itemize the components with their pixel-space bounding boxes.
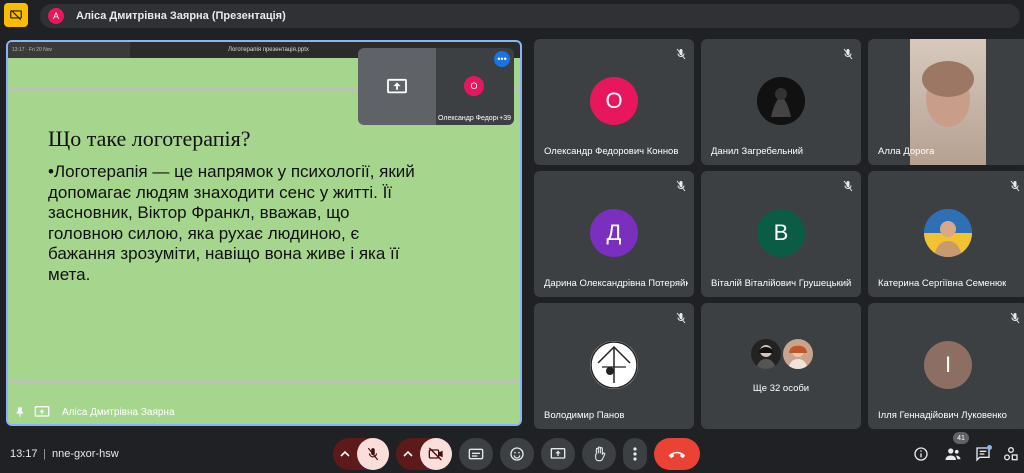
participant-name: Володимир Панов [544, 410, 625, 421]
self-view-count: +39 [499, 115, 511, 122]
presenter-avatar: А [48, 8, 64, 24]
participant-name: Ілля Геннадійович Луковенко [878, 410, 1007, 421]
present-screen-icon [550, 448, 566, 459]
presenting-icon [10, 9, 22, 21]
mic-off-icon [676, 179, 686, 197]
mic-off-icon [1010, 179, 1020, 197]
activities-icon[interactable] [1002, 445, 1020, 463]
mic-off-icon [1010, 311, 1020, 329]
participant-tile[interactable]: І Ілля Геннадійович Луковенко [868, 303, 1024, 429]
end-call-icon [668, 451, 686, 459]
mic-off-icon [843, 47, 853, 65]
mic-off-icon [676, 47, 686, 65]
participant-avatar-logo [590, 341, 638, 389]
mic-control-group [333, 438, 389, 470]
participant-name: Олександр Федорович Коннов [544, 146, 679, 157]
slide-app-toolbar-left: 13:17 · Fri 20 Nov [8, 42, 130, 58]
people-count-badge: 41 [953, 432, 969, 444]
raise-hand-button[interactable] [582, 438, 616, 470]
participant-tile[interactable]: Алла Дорога [868, 39, 1024, 165]
more-participants-tile[interactable]: Ще 32 особи [701, 303, 861, 429]
leave-call-button[interactable] [654, 438, 700, 470]
participant-name: Віталій Віталійович Грушецький [711, 278, 852, 289]
participant-avatar: В [757, 209, 805, 257]
participant-tile[interactable]: Данил Загребельний [701, 39, 861, 165]
self-view-screen [358, 48, 436, 125]
mic-toggle-button[interactable] [357, 438, 389, 470]
hand-icon [595, 446, 606, 462]
participant-avatar: О [590, 77, 638, 125]
separator: | [43, 448, 46, 460]
pin-icon[interactable] [14, 406, 26, 418]
more-options-icon[interactable]: ••• [494, 51, 510, 67]
reactions-button[interactable] [500, 438, 534, 470]
meeting-code[interactable]: nne-gxor-hsw [52, 448, 119, 460]
camera-toggle-button[interactable] [420, 438, 452, 470]
more-participants-avatar [751, 339, 781, 369]
self-view-name: Олександр Федорович Коннов [438, 115, 498, 122]
participant-tile[interactable]: В Віталій Віталійович Грушецький [701, 171, 861, 297]
self-view-avatar: О [464, 76, 484, 96]
self-view-camera: О Олександр Федорович Коннов +39 ••• [436, 48, 514, 125]
mic-off-icon [367, 447, 379, 461]
slide-file-name: Логотерапія презентація.pptx [228, 47, 309, 53]
participant-name: Алла Дорога [878, 146, 935, 157]
more-participants-avatar [783, 339, 813, 369]
presenting-screen-icon [34, 405, 50, 419]
chat-notification-dot [987, 445, 992, 450]
mic-off-icon [843, 179, 853, 197]
participant-avatar: І [924, 341, 972, 389]
presenter-chip[interactable]: А Аліса Дмитрівна Заярна (Презентація) [40, 4, 1020, 28]
participant-tile[interactable]: О Олександр Федорович Коннов [534, 39, 694, 165]
present-button[interactable] [541, 438, 575, 470]
top-bar: А Аліса Дмитрівна Заярна (Презентація) [0, 0, 1024, 32]
participant-name: Дарина Олександрівна Потеряйко [544, 278, 688, 289]
captions-button[interactable] [459, 438, 493, 470]
more-options-button[interactable] [623, 438, 647, 470]
participant-name: Данил Загребельний [711, 146, 804, 157]
participant-tile[interactable]: Д Дарина Олександрівна Потеряйко [534, 171, 694, 297]
more-vert-icon [633, 447, 637, 461]
participant-name: Катерина Сергіївна Семенюк [878, 278, 1007, 289]
clock-time: 13:17 [10, 448, 38, 460]
video-settings-chevron-icon[interactable] [396, 450, 420, 458]
stage-presenter-name: Аліса Дмитрівна Заярна [62, 406, 175, 418]
audio-settings-chevron-icon[interactable] [333, 450, 357, 458]
meeting-info-icon[interactable] [912, 445, 930, 463]
presenter-title: Аліса Дмитрівна Заярна (Презентація) [76, 10, 286, 22]
slide-body: •Логотерапія — це напрямок у психології,… [48, 162, 415, 284]
captions-icon [468, 448, 484, 460]
stage-footer: Аліса Дмитрівна Заярна [8, 400, 520, 424]
chat-icon[interactable] [974, 445, 992, 463]
camera-control-group [396, 438, 452, 470]
more-participants-label: Ще 32 особи [752, 383, 810, 394]
slide-divider-bottom [10, 380, 520, 383]
participant-tile[interactable]: Володимир Панов [534, 303, 694, 429]
emoji-icon [510, 447, 524, 461]
camera-off-icon [428, 447, 443, 461]
screen-share-icon [387, 78, 407, 93]
participant-avatar-photo [924, 209, 972, 257]
participant-tile[interactable]: Катерина Сергіївна Семенюк [868, 171, 1024, 297]
slide-title: Що таке логотерапія? [48, 126, 251, 151]
presentation-pin-button[interactable] [4, 3, 28, 27]
people-icon[interactable] [944, 445, 962, 463]
participant-avatar-photo [757, 77, 805, 125]
self-view-overlay[interactable]: О Олександр Федорович Коннов +39 ••• [358, 48, 514, 125]
participant-avatar: Д [590, 209, 638, 257]
mic-off-icon [676, 311, 686, 329]
